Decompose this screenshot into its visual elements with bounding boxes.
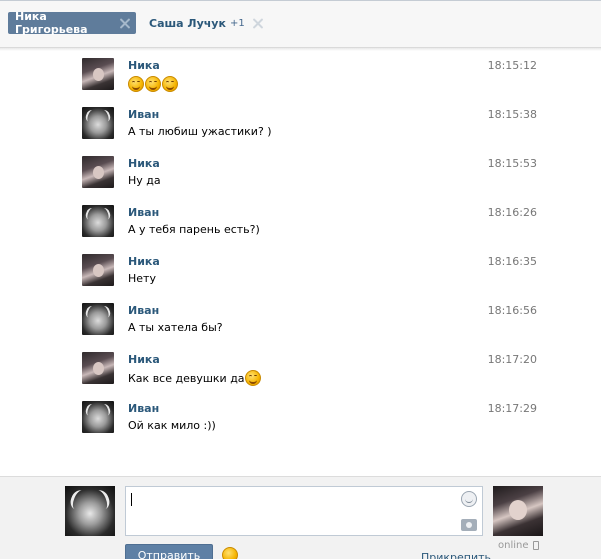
avatar[interactable] <box>82 352 114 384</box>
message-input[interactable] <box>125 486 483 536</box>
smiley-icon <box>162 76 178 92</box>
message-time: 18:15:12 <box>487 59 537 72</box>
message-author[interactable]: Иван <box>128 304 159 317</box>
my-avatar[interactable] <box>65 486 115 536</box>
peer-avatar[interactable] <box>493 486 543 536</box>
message-text: Нету <box>128 272 156 285</box>
avatar[interactable] <box>82 303 114 335</box>
message-row: Ника 18:16:35 Нету <box>80 248 550 297</box>
message-text-content: Как все девушки да <box>128 371 245 385</box>
message-author[interactable]: Ника <box>128 353 160 366</box>
message-row: Ника 18:17:20 Как все девушки да <box>80 346 550 395</box>
chat-tabs-bar: Ника Григорьева Саша Лучук +1 <box>0 0 601 51</box>
message-author[interactable]: Иван <box>128 206 159 219</box>
message-author[interactable]: Иван <box>128 108 159 121</box>
message-time: 18:15:53 <box>487 157 537 170</box>
message-author[interactable]: Ника <box>128 157 160 170</box>
smiley-icon <box>145 76 161 92</box>
text-caret <box>131 493 132 506</box>
message-author[interactable]: Иван <box>128 402 159 415</box>
avatar[interactable] <box>82 254 114 286</box>
message-text: А ты любиш ужастики? ) <box>128 125 272 138</box>
phone-icon <box>532 541 539 550</box>
message-time: 18:16:35 <box>487 255 537 268</box>
smiley-icon[interactable] <box>222 547 238 559</box>
avatar[interactable] <box>82 205 114 237</box>
message-author[interactable]: Ника <box>128 255 160 268</box>
message-row: Иван 18:16:56 А ты хатела бы? <box>80 297 550 346</box>
message-row: Иван 18:15:38 А ты любиш ужастики? ) <box>80 101 550 150</box>
smiley-icon <box>244 370 261 386</box>
tab-label: Саша Лучук <box>149 16 226 30</box>
tab-label: Ника Григорьева <box>15 10 88 36</box>
message-row: Ника 18:15:53 Ну да <box>80 150 550 199</box>
online-label: online <box>498 540 529 551</box>
online-status: online <box>498 540 539 551</box>
avatar[interactable] <box>82 401 114 433</box>
message-text: Как все девушки да <box>128 370 262 386</box>
close-icon[interactable] <box>252 18 263 29</box>
message-time: 18:17:20 <box>487 353 537 366</box>
tab-nika[interactable]: Ника Григорьева <box>8 10 136 36</box>
message-time: 18:16:26 <box>487 206 537 219</box>
send-button[interactable]: Отправить <box>125 544 213 559</box>
message-composer: online Отправить Прикрепить <box>0 476 601 559</box>
avatar[interactable] <box>82 107 114 139</box>
message-text: А у тебя парень есть?) <box>128 223 260 236</box>
message-time: 18:16:56 <box>487 304 537 317</box>
avatar[interactable] <box>82 58 114 90</box>
close-icon[interactable] <box>119 18 129 29</box>
attach-link[interactable]: Прикрепить <box>421 551 491 559</box>
message-list: Ника 18:15:12 Иван 18:15:38 А ты любиш у… <box>0 52 601 476</box>
smiley-icon[interactable] <box>461 491 477 507</box>
message-row: Иван 18:17:29 Ой как мило :)) <box>80 395 550 444</box>
message-text: Ой как мило :)) <box>128 419 216 432</box>
message-row: Ника 18:15:12 <box>80 52 550 101</box>
message-time: 18:15:38 <box>487 108 537 121</box>
message-text: А ты хатела бы? <box>128 321 223 334</box>
unread-badge: +1 <box>229 17 245 29</box>
camera-icon[interactable] <box>461 519 477 531</box>
message-time: 18:17:29 <box>487 402 537 415</box>
avatar[interactable] <box>82 156 114 188</box>
message-text: Ну да <box>128 174 161 187</box>
message-row: Иван 18:16:26 А у тебя парень есть?) <box>80 199 550 248</box>
tab-sasha[interactable]: Саша Лучук +1 <box>142 12 270 34</box>
message-text <box>128 76 179 92</box>
message-author[interactable]: Ника <box>128 59 160 72</box>
smiley-icon <box>128 76 144 92</box>
